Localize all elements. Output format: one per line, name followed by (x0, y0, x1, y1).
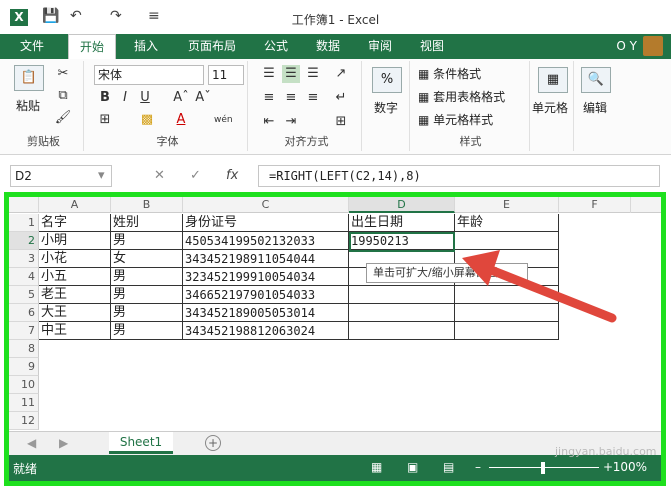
watermark: jingyan.baidu.com (555, 445, 657, 458)
zoom-slider-thumb[interactable] (541, 462, 545, 474)
status-bar: 就绪 ▦ ▣ ▤ – + 100% (9, 455, 661, 481)
zoom-out-icon[interactable]: – (475, 460, 481, 474)
zoom-level[interactable]: 100% (613, 460, 647, 474)
normal-view-icon[interactable]: ▦ (371, 460, 382, 474)
page-break-view-icon[interactable]: ▤ (443, 460, 454, 474)
status-text: 就绪 (13, 462, 38, 476)
add-sheet-button[interactable]: + (205, 435, 221, 451)
page-layout-view-icon[interactable]: ▣ (407, 460, 418, 474)
zoom-in-icon[interactable]: + (603, 460, 613, 474)
next-sheet-icon[interactable]: ▶ (59, 436, 68, 450)
arrow-shaft (481, 263, 617, 323)
annotation-arrow (462, 250, 617, 323)
sheet-tab-sheet1[interactable]: Sheet1 (109, 432, 173, 454)
prev-sheet-icon[interactable]: ◀ (27, 436, 36, 450)
